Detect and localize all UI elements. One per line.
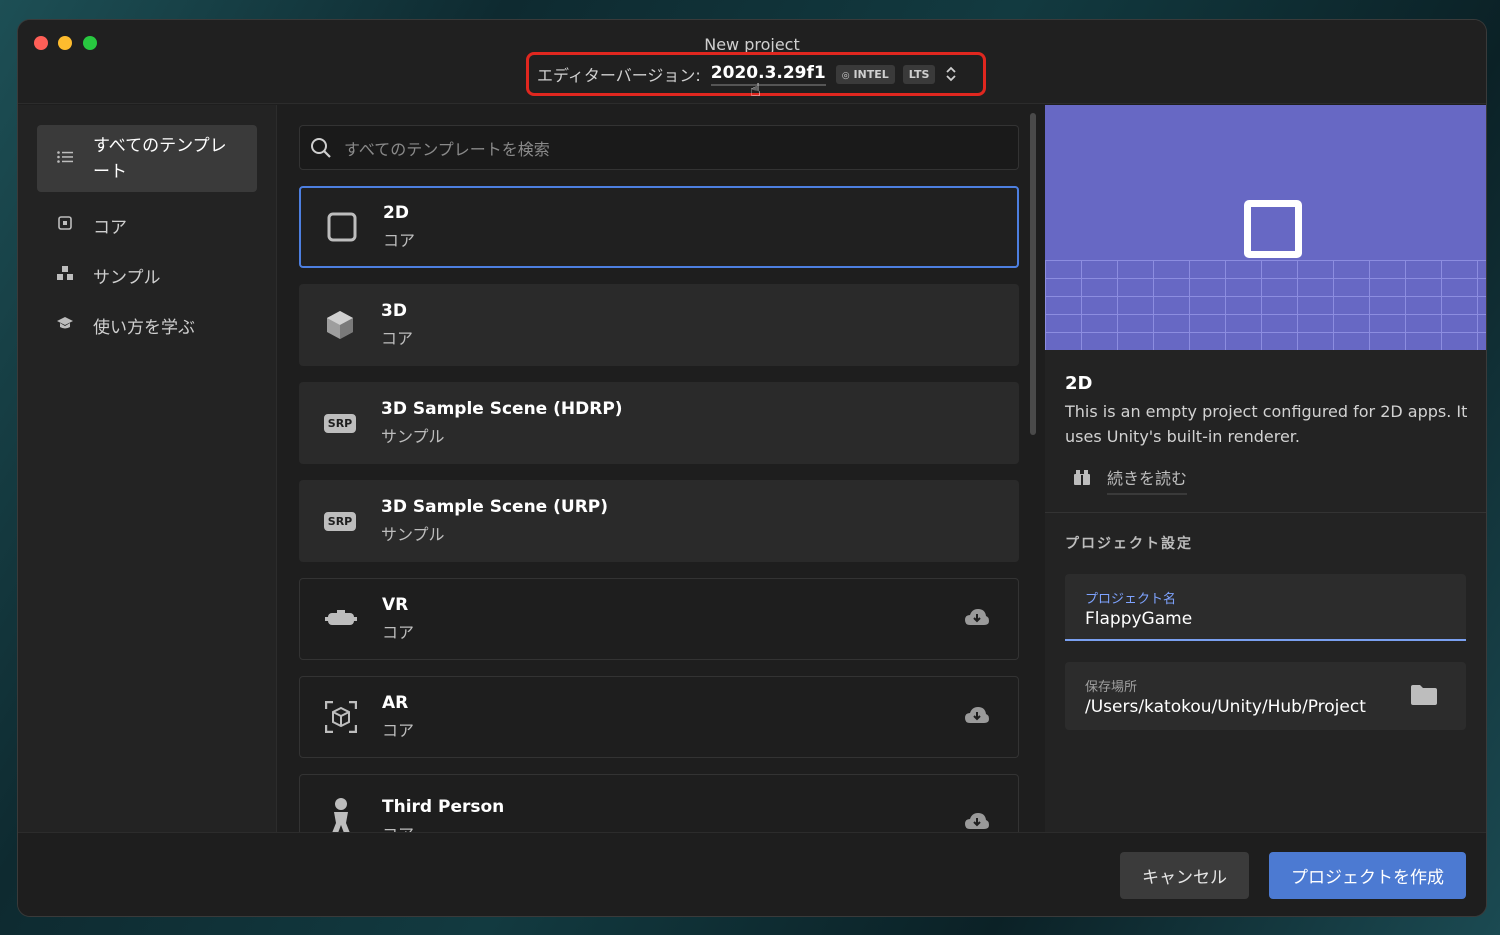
chevron-updown-icon[interactable]	[945, 65, 957, 83]
vr-headset-icon	[300, 609, 382, 629]
cube-icon	[299, 310, 381, 340]
detail-title: 2D	[1065, 373, 1093, 394]
srp-badge: SRP	[323, 511, 357, 531]
create-project-button[interactable]: プロジェクトを作成	[1269, 852, 1466, 899]
project-name-value[interactable]: FlappyGame	[1085, 609, 1446, 629]
cancel-button[interactable]: キャンセル	[1120, 852, 1249, 899]
template-card-2d[interactable]: 2D コア	[299, 186, 1019, 268]
template-preview-image	[1045, 105, 1486, 350]
sidebar-item-label: 使い方を学ぶ	[93, 317, 195, 338]
template-card-ar[interactable]: AR コア	[299, 676, 1019, 758]
template-card-third-person[interactable]: Third Person コア	[299, 774, 1019, 832]
folder-icon[interactable]	[1410, 684, 1438, 710]
list-icon	[37, 150, 93, 167]
sidebar-item-samples[interactable]: サンプル	[37, 255, 257, 295]
cloud-download-icon[interactable]	[964, 811, 990, 832]
footer: キャンセル プロジェクトを作成	[18, 832, 1486, 916]
project-name-label: プロジェクト名	[1085, 592, 1177, 607]
template-card-3d[interactable]: 3D コア	[299, 284, 1019, 366]
sidebar-item-label: すべてのテンプレート	[93, 135, 227, 182]
titlebar: New project エディターバージョン: 2020.3.29f1 ◎ IN…	[18, 20, 1486, 104]
read-more-label: 続きを読む	[1107, 465, 1188, 495]
template-category: コア	[382, 821, 504, 832]
template-category: コア	[383, 231, 416, 250]
divider	[1045, 512, 1486, 513]
preview-grid	[1045, 260, 1486, 350]
ar-icon	[300, 701, 382, 733]
lts-chip: LTS	[902, 64, 936, 84]
template-category: サンプル	[381, 525, 445, 544]
book-icon	[1073, 470, 1091, 490]
template-card-hdrp[interactable]: SRP 3D Sample Scene (HDRP) サンプル	[299, 382, 1019, 464]
sidebar: すべてのテンプレート コア サンプル 使い方を学ぶ	[18, 105, 277, 832]
sample-icon	[37, 266, 93, 284]
intel-chip-label: INTEL	[853, 67, 889, 81]
template-title: AR	[382, 693, 409, 713]
template-title: 3D Sample Scene (URP)	[381, 497, 609, 517]
template-card-vr[interactable]: VR コア	[299, 578, 1019, 660]
cloud-download-icon[interactable]	[964, 705, 990, 729]
srp-icon: SRP	[299, 413, 381, 433]
square-icon	[1244, 200, 1302, 258]
template-title: 3D Sample Scene (HDRP)	[381, 399, 623, 419]
search-placeholder: すべてのテンプレートを検索	[344, 139, 550, 159]
detail-description: This is an empty project configured for …	[1065, 402, 1468, 446]
editor-version-value[interactable]: 2020.3.29f1	[710, 63, 826, 86]
srp-icon: SRP	[299, 511, 381, 531]
template-category: コア	[381, 329, 414, 348]
template-category: サンプル	[381, 427, 445, 446]
hand-cursor-icon: ☝	[750, 80, 761, 101]
template-title: Third Person	[382, 797, 505, 817]
square-icon	[301, 212, 383, 242]
template-card-urp[interactable]: SRP 3D Sample Scene (URP) サンプル	[299, 480, 1019, 562]
scrollbar[interactable]	[1030, 113, 1036, 435]
new-project-window: New project エディターバージョン: 2020.3.29f1 ◎ IN…	[18, 20, 1486, 916]
template-list-panel: すべてのテンプレートを検索 2D コア 3D コア SRP 3D Sample …	[278, 105, 1044, 832]
project-settings-heading: プロジェクト設定	[1065, 536, 1193, 552]
template-title: 2D	[383, 203, 409, 223]
read-more-link[interactable]: 続きを読む	[1073, 465, 1188, 495]
template-category: コア	[382, 721, 415, 740]
srp-badge: SRP	[323, 413, 357, 433]
sidebar-item-learn[interactable]: 使い方を学ぶ	[37, 305, 257, 345]
sidebar-item-label: サンプル	[93, 267, 161, 288]
template-title: 3D	[381, 301, 407, 321]
chip-icon: ◎	[841, 70, 850, 81]
core-icon	[37, 216, 93, 234]
project-name-field[interactable]: プロジェクト名 FlappyGame	[1065, 574, 1466, 641]
template-category: コア	[382, 623, 415, 642]
sidebar-item-label: コア	[93, 217, 127, 238]
location-label: 保存場所	[1085, 680, 1138, 695]
template-detail-panel: 2D This is an empty project configured f…	[1045, 105, 1486, 832]
template-title: VR	[382, 595, 409, 615]
search-icon	[310, 137, 332, 159]
person-icon	[300, 797, 382, 832]
sidebar-item-all-templates[interactable]: すべてのテンプレート	[37, 125, 257, 192]
graduation-cap-icon	[37, 316, 93, 334]
search-input[interactable]: すべてのテンプレートを検索	[299, 125, 1019, 170]
location-field[interactable]: 保存場所 /Users/katokou/Unity/Hub/Project	[1065, 662, 1466, 730]
intel-chip: ◎ INTEL	[835, 64, 895, 84]
cloud-download-icon[interactable]	[964, 607, 990, 631]
editor-version-label: エディターバージョン:	[537, 66, 701, 85]
sidebar-item-core[interactable]: コア	[37, 205, 257, 245]
location-value[interactable]: /Users/katokou/Unity/Hub/Project	[1085, 697, 1446, 717]
